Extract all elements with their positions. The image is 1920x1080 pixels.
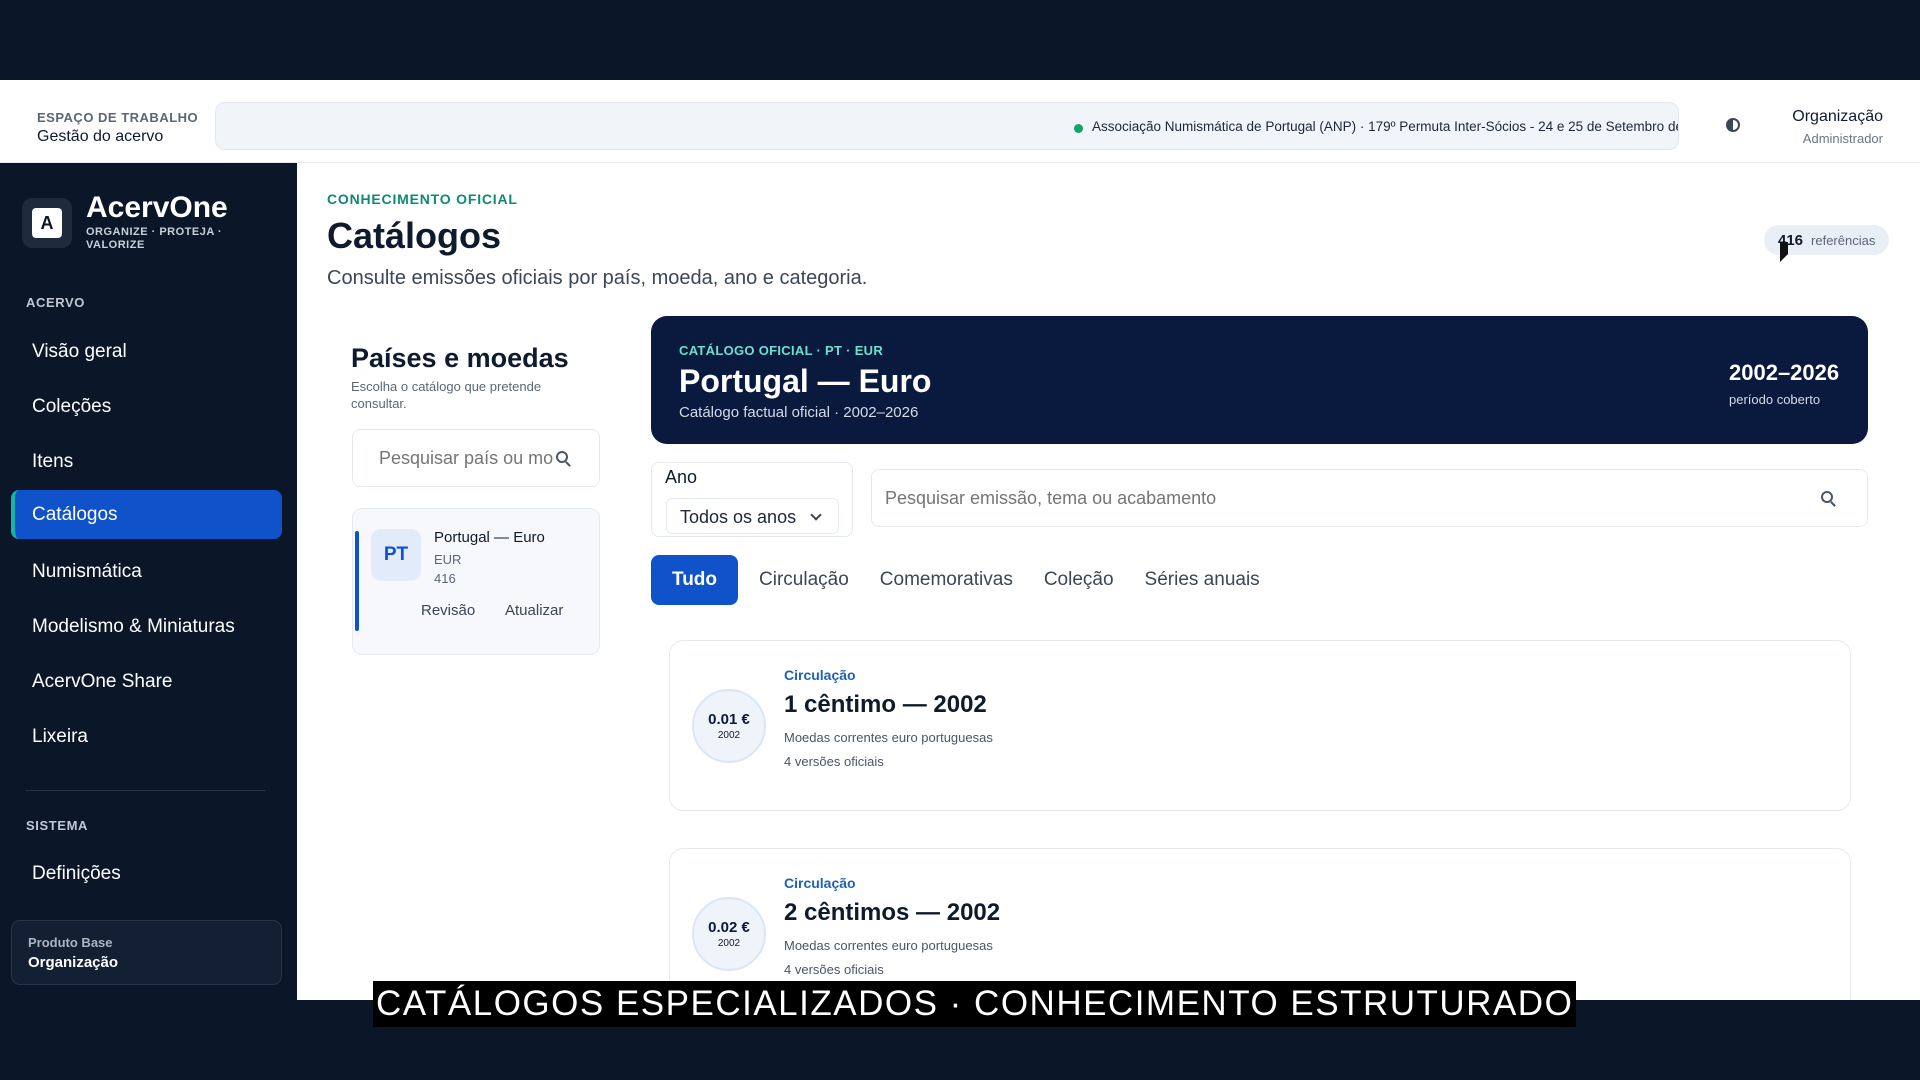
search-icon[interactable]: [1821, 491, 1833, 503]
workspace-info: ESPAÇO DE TRABALHO Gestão do acervo: [37, 110, 198, 146]
brand-name: AcervOne: [86, 191, 228, 224]
sidebar-item-itens[interactable]: Itens: [11, 437, 282, 486]
sidebar-divider: [26, 790, 266, 791]
news-ticker[interactable]: Associação Numismática de Portugal (ANP)…: [215, 102, 1679, 150]
search-icon[interactable]: [556, 451, 568, 463]
sidebar-item-colecoes[interactable]: Coleções: [11, 382, 282, 431]
hero-period-label: período coberto: [1729, 392, 1821, 407]
page-title: Catálogos: [327, 215, 502, 256]
coin-value: 0.02 €: [708, 919, 750, 936]
item-versions: 4 versões oficiais: [784, 962, 884, 977]
country-card-currency: EUR: [434, 552, 462, 567]
coin-value: 0.01 €: [708, 711, 750, 728]
top-bar: ESPAÇO DE TRABALHO Gestão do acervo Asso…: [0, 80, 1920, 163]
app-logo[interactable]: A: [22, 198, 72, 248]
sidebar-item-share[interactable]: AcervOne Share: [11, 657, 282, 706]
chevron-down-icon: [810, 509, 822, 521]
emission-search: [871, 469, 1868, 527]
section-acervo: ACERVO: [26, 295, 85, 310]
countries-subtitle: Escolha o catálogo que pretende consulta…: [351, 379, 542, 411]
hero-eyebrow: CATÁLOGO OFICIAL · PT · EUR: [679, 343, 884, 358]
coin-badge: 0.01 € 2002: [692, 689, 766, 763]
sidebar-item-catalogos[interactable]: Catálogos: [11, 490, 282, 539]
sidebar-item-visao-geral[interactable]: Visão geral: [11, 327, 282, 376]
selected-indicator: [355, 531, 359, 631]
coin-year: 2002: [717, 730, 741, 741]
hero-title: Portugal — Euro: [679, 363, 932, 399]
item-description: Moedas correntes euro portuguesas: [784, 730, 993, 745]
workspace-value: Gestão do acervo: [37, 128, 164, 145]
item-category: Circulação: [784, 667, 856, 683]
product-value: Organização: [28, 954, 119, 971]
tab-comemorativas[interactable]: Comemorativas: [880, 555, 1013, 605]
item-title: 2 cêntimos — 2002: [784, 899, 1001, 926]
references-label: referências: [1811, 232, 1876, 248]
sidebar-item-numismatica[interactable]: Numismática: [11, 547, 282, 596]
country-card-count: 416: [434, 571, 456, 586]
logo-mark-icon: A: [32, 208, 62, 238]
sidebar: A AcervOne ORGANIZE · PROTEJA · VALORIZE…: [0, 163, 297, 1000]
countries-title: Países e moedas: [351, 343, 569, 373]
sidebar-item-modelismo[interactable]: Modelismo & Miniaturas: [11, 602, 282, 651]
coin-year: 2002: [717, 938, 741, 949]
year-select-value: Todos os anos: [680, 507, 797, 527]
tab-series-anuais[interactable]: Séries anuais: [1145, 555, 1260, 605]
country-search: [352, 429, 600, 487]
brand-tagline: ORGANIZE · PROTEJA · VALORIZE: [86, 226, 223, 251]
country-code-avatar: PT: [371, 529, 421, 581]
main-content: CONHECIMENTO OFICIAL Catálogos Consulte …: [297, 163, 1920, 1000]
mouse-cursor-icon: [1780, 242, 1788, 262]
org-name: Organização: [1792, 108, 1883, 125]
sidebar-item-lixeira[interactable]: Lixeira: [11, 712, 282, 761]
theme-toggle-icon[interactable]: [1726, 118, 1740, 132]
status-dot-icon: [1074, 124, 1083, 133]
list-item[interactable]: 0.02 € 2002 Circulação 2 cêntimos — 2002…: [669, 848, 1851, 1000]
year-filter: Ano Todos os anos: [651, 462, 853, 537]
page-subtitle: Consulte emissões oficiais por país, moe…: [327, 267, 868, 289]
tab-colecao[interactable]: Coleção: [1044, 555, 1114, 605]
item-versions: 4 versões oficiais: [784, 754, 884, 769]
org-role: Administrador: [1802, 131, 1883, 146]
coin-badge: 0.02 € 2002: [692, 897, 766, 971]
update-button[interactable]: Atualizar: [505, 602, 563, 619]
country-card[interactable]: PT Portugal — Euro EUR 416 Revisão Atual…: [352, 508, 600, 655]
item-category: Circulação: [784, 875, 856, 891]
hero-period: 2002–2026: [1729, 360, 1840, 385]
org-menu[interactable]: Organização Administrador: [1792, 108, 1883, 146]
sidebar-item-definicoes[interactable]: Definições: [11, 849, 282, 898]
country-search-input[interactable]: [353, 430, 553, 486]
year-filter-label: Ano: [665, 467, 698, 487]
list-item[interactable]: 0.01 € 2002 Circulação 1 cêntimo — 2002 …: [669, 640, 1851, 811]
ticker-text: Associação Numismática de Portugal (ANP)…: [1092, 119, 1679, 134]
hero-subtitle: Catálogo factual oficial · 2002–2026: [679, 404, 919, 421]
tab-tudo[interactable]: Tudo: [651, 555, 739, 605]
emission-search-input[interactable]: [885, 470, 1805, 526]
product-card[interactable]: Produto Base Organização: [11, 920, 282, 985]
tab-circulacao[interactable]: Circulação: [759, 555, 849, 605]
page-eyebrow: CONHECIMENTO OFICIAL: [327, 191, 518, 207]
item-description: Moedas correntes euro portuguesas: [784, 938, 993, 953]
catalog-hero: CATÁLOGO OFICIAL · PT · EUR Portugal — E…: [651, 316, 1868, 444]
year-select[interactable]: Todos os anos: [666, 498, 839, 534]
country-card-name: Portugal — Euro: [434, 529, 545, 546]
category-tabs: Tudo Circulação Comemorativas Coleção Sé…: [651, 555, 1291, 605]
item-title: 1 cêntimo — 2002: [784, 691, 987, 718]
video-caption: CATÁLOGOS ESPECIALIZADOS · CONHECIMENTO …: [373, 981, 1577, 1027]
section-sistema: SISTEMA: [26, 818, 88, 833]
workspace-label: ESPAÇO DE TRABALHO: [37, 110, 199, 125]
review-button[interactable]: Revisão: [421, 602, 475, 619]
product-label: Produto Base: [28, 935, 113, 950]
